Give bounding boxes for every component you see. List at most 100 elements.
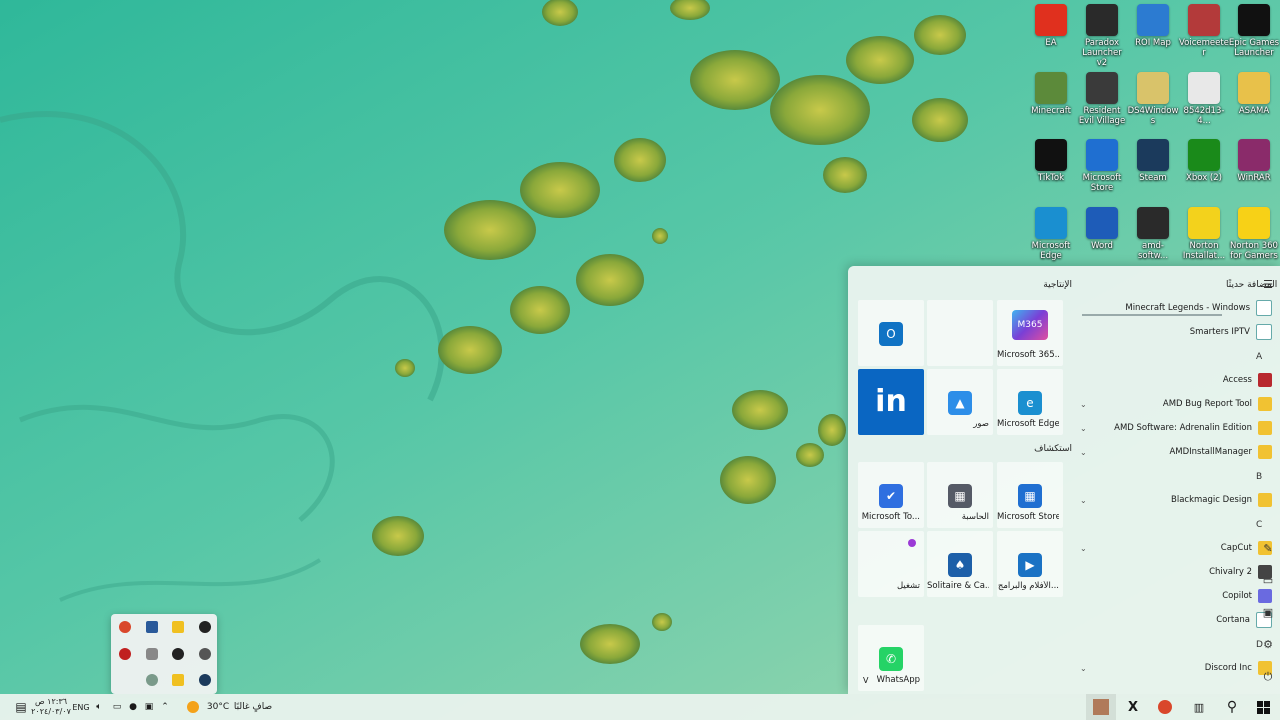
tile-play[interactable]: تشغيل	[858, 531, 924, 597]
weather-icon[interactable]	[184, 694, 202, 720]
desktop-icon-amd-installer[interactable]: amd-softw...	[1127, 207, 1179, 271]
install-progress-bar	[1082, 314, 1222, 316]
tray-overflow-popup	[111, 614, 217, 694]
taskbar-red-app-icon[interactable]	[1152, 694, 1178, 720]
tile-solitaire[interactable]: ♠ Solitaire & Ca...	[927, 531, 993, 597]
clock-date: ٢٠٢٤/٠٣/٠٧	[31, 707, 71, 716]
tray-dot-icon[interactable]	[146, 674, 158, 686]
word-icon	[1086, 207, 1118, 239]
outlook-icon: O	[879, 322, 903, 346]
list-item[interactable]: Copilot	[1076, 585, 1276, 607]
list-item[interactable]: ⌄ AMD Software: Adrenalin Edition	[1076, 417, 1276, 439]
start-button[interactable]	[1250, 694, 1276, 720]
tray-circle-icon[interactable]	[172, 648, 184, 660]
weather-temperature[interactable]: 30°C	[205, 694, 231, 720]
hamburger-menu-icon[interactable]: ☰	[1260, 278, 1276, 294]
chevron-down-icon[interactable]: ⌄	[1080, 400, 1087, 409]
list-item[interactable]: ⌄ AMD Bug Report Tool	[1076, 393, 1276, 415]
settings-gear-icon[interactable]: ⚙	[1260, 638, 1276, 654]
desktop-icon-ds4windows[interactable]: DS4Windows	[1127, 72, 1179, 136]
desktop-icon-minecraft[interactable]: Minecraft	[1025, 72, 1077, 136]
tile-microsoft-store[interactable]: ▦ Microsoft Store	[997, 462, 1063, 528]
tile-office-cluster[interactable]	[927, 300, 993, 366]
tile-movies[interactable]: ▶ الأفلام والبرامج...	[997, 531, 1063, 597]
tray-onedrive-icon[interactable]	[199, 648, 211, 660]
list-item[interactable]: Cortana	[1076, 609, 1276, 631]
desktop-icon-microsoft-store[interactable]: Microsoft Store	[1076, 139, 1128, 203]
clock[interactable]: ١٢:٣٦ ص ٢٠٢٤/٠٣/٠٧	[31, 694, 71, 720]
tile-label: تشغيل	[896, 581, 920, 591]
tile-calculator[interactable]: ▦ الحاسبة	[927, 462, 993, 528]
desktop-icon-steam[interactable]: Steam	[1127, 139, 1179, 203]
list-item-label: Access	[1222, 375, 1252, 385]
desktop-icon-label: Microsoft Edge	[1031, 241, 1071, 261]
tray-app-red-icon[interactable]	[119, 621, 131, 633]
notifications-icon[interactable]: ▤	[12, 694, 30, 720]
clock-time: ١٢:٣٦ ص	[34, 697, 68, 706]
tile-photos[interactable]: ▲ صور	[927, 369, 993, 435]
chevron-up-icon[interactable]: ⌃	[158, 694, 172, 720]
desktop-icon-xbox[interactable]: Xbox (2)	[1178, 139, 1230, 203]
tray-steam-icon[interactable]	[199, 674, 211, 686]
desktop-icon-tiktok[interactable]: TikTok	[1025, 139, 1077, 203]
camera-icon[interactable]: ▣	[142, 694, 156, 720]
tray-app-blue-icon[interactable]	[146, 621, 158, 633]
chevron-down-icon[interactable]: ⌄	[1080, 424, 1087, 433]
whatsapp-expand-indicator[interactable]: V	[863, 676, 868, 685]
search-icon[interactable]: ⚲	[1218, 694, 1246, 720]
tray-norton-icon[interactable]	[172, 674, 184, 686]
desktop-icon-norton-installer[interactable]: Norton Installat...	[1178, 207, 1230, 271]
chevron-down-icon[interactable]: ⌄	[1080, 448, 1087, 457]
tray-record-icon[interactable]	[199, 621, 211, 633]
desktop-icon-resident-evil[interactable]: Resident Evil Village	[1076, 72, 1128, 136]
list-item[interactable]: Chivalry 2	[1076, 561, 1276, 583]
weather-description[interactable]: صافٍ غالبًا	[231, 694, 275, 720]
list-item[interactable]: Smarters IPTV	[1076, 321, 1276, 343]
taskbar-app-photo[interactable]	[1086, 694, 1116, 720]
desktop-icon-winrar[interactable]: WinRAR	[1228, 139, 1280, 203]
desktop-icon-ea[interactable]: EA	[1025, 4, 1077, 68]
desktop-icon-file[interactable]: 8542d13-4...	[1178, 72, 1230, 136]
desktop-icon-voicemeeter[interactable]: Voicemeeter	[1178, 4, 1230, 68]
tile-todo[interactable]: ✔ Microsoft To...	[858, 462, 924, 528]
power-icon[interactable]: ⏻	[1260, 670, 1276, 686]
tray-shield-icon[interactable]	[172, 621, 184, 633]
list-item[interactable]: ⌄ AMDInstallManager	[1076, 441, 1276, 463]
list-item[interactable]: Access	[1076, 369, 1276, 391]
desktop-icon-word[interactable]: Word	[1076, 207, 1128, 271]
tray-amd-icon[interactable]	[119, 648, 131, 660]
network-icon[interactable]: ▭	[110, 694, 124, 720]
list-item[interactable]: ⌄ Discord Inc	[1076, 657, 1276, 679]
language-indicator[interactable]: ENG	[72, 694, 90, 720]
desktop-icon-roi-map[interactable]: ROI Map	[1127, 4, 1179, 68]
solitaire-icon: ♠	[948, 553, 972, 577]
microphone-icon[interactable]: ●	[126, 694, 140, 720]
chevron-down-icon[interactable]: ⌄	[1080, 496, 1087, 505]
chevron-down-icon[interactable]: ⌄	[1080, 544, 1087, 553]
tile-linkedin[interactable]: in	[858, 369, 924, 435]
desktop-icon-folder-person[interactable]: ASAMA	[1228, 72, 1280, 136]
tray-controller-icon[interactable]	[146, 648, 158, 660]
windows-logo-icon	[1256, 700, 1270, 714]
x-app-icon[interactable]: X	[1120, 694, 1146, 720]
documents-icon[interactable]: ▭	[1260, 574, 1276, 590]
desktop-icon-norton[interactable]: Norton 360 for Gamers	[1228, 207, 1280, 271]
desktop-icon-edge[interactable]: Microsoft Edge	[1025, 207, 1077, 271]
pictures-icon[interactable]: ▣	[1260, 606, 1276, 622]
desktop-icon-epic-games[interactable]: Epic Games Launcher	[1228, 4, 1280, 68]
volume-icon[interactable]: 🔈︎	[92, 694, 106, 720]
xbox-icon	[1188, 139, 1220, 171]
list-item[interactable]: ⌄ Blackmagic Design	[1076, 489, 1276, 511]
user-avatar-icon[interactable]: ✎	[1260, 542, 1276, 558]
tile-m365[interactable]: M365 Microsoft 365...	[997, 300, 1063, 366]
task-view-icon[interactable]: ▥	[1186, 694, 1212, 720]
desktop-icon-label: Epic Games Launcher	[1228, 38, 1280, 58]
chevron-down-icon[interactable]: ⌄	[1080, 664, 1087, 673]
tile-whatsapp[interactable]: ✆ WhatsApp V	[858, 625, 924, 691]
desktop-icon-paradox[interactable]: Paradox Launcher v2	[1076, 4, 1128, 68]
file-icon	[1188, 72, 1220, 104]
tile-outlook[interactable]: O	[858, 300, 924, 366]
tile-label: Microsoft 365...	[997, 350, 1059, 360]
tile-edge[interactable]: e Microsoft Edge	[997, 369, 1063, 435]
list-item[interactable]: ⌄ CapCut	[1076, 537, 1276, 559]
